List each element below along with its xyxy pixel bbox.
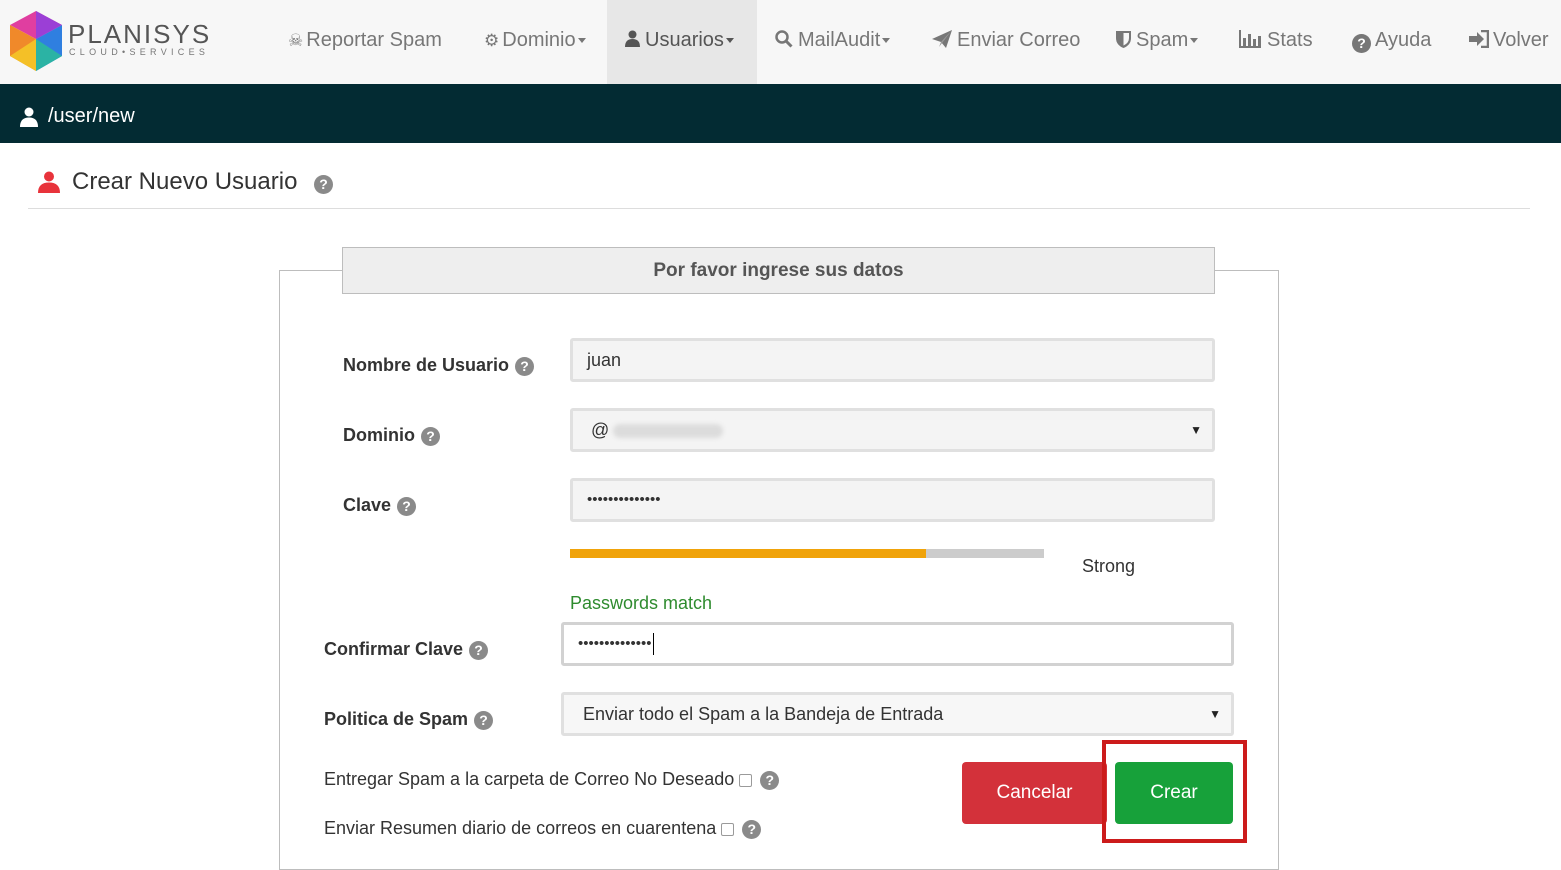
path-bar — [0, 84, 1561, 143]
nav-label: Volver — [1493, 29, 1549, 51]
password-match-text: Passwords match — [570, 593, 713, 613]
domain-label: Dominio? — [343, 425, 440, 446]
domain-prefix: @ — [591, 420, 610, 440]
password-value: •••••••••••••• — [587, 491, 661, 508]
create-button[interactable]: Crear — [1115, 762, 1233, 824]
spam-policy-value: Enviar todo el Spam a la Bandeja de Entr… — [583, 704, 944, 724]
page-title: Crear Nuevo Usuario — [72, 168, 298, 195]
help-icon[interactable]: ? — [474, 710, 494, 730]
user-icon — [38, 171, 60, 193]
username-label-text: Nombre de Usuario — [343, 355, 510, 375]
caret-down-icon — [577, 38, 586, 44]
help-icon[interactable]: ? — [314, 175, 333, 194]
cube-logo-icon — [10, 11, 62, 71]
confirm-password-value: •••••••••••••• — [578, 635, 652, 652]
nav-label: Stats — [1267, 29, 1313, 51]
username-label: Nombre de Usuario? — [343, 355, 535, 376]
nav-spam[interactable]: Spam — [1116, 0, 1199, 84]
planisys-logo[interactable]: PLANISYS CLOUD•SERVICES — [8, 9, 228, 73]
dropdown-arrow-icon: ▼ — [1209, 707, 1221, 721]
gear-icon: ⚙ — [484, 31, 500, 50]
password-label-text: Clave — [343, 495, 392, 515]
password-strength-text: Strong — [1082, 556, 1136, 576]
spam-policy-select[interactable]: Enviar todo el Spam a la Bandeja de Entr… — [561, 692, 1234, 736]
nav-stats[interactable]: Stats — [1239, 0, 1313, 84]
junk-folder-label: Entregar Spam a la carpeta de Correo No … — [324, 769, 735, 789]
divider — [28, 208, 1530, 209]
confirm-password-label: Confirmar Clave? — [324, 639, 489, 660]
nav-label: Ayuda — [1375, 29, 1432, 51]
nav-label: Dominio — [502, 29, 576, 51]
cancel-button[interactable]: Cancelar — [962, 762, 1107, 824]
help-icon[interactable]: ? — [469, 640, 489, 660]
help-icon[interactable]: ? — [397, 496, 417, 516]
daily-digest-label: Enviar Resumen diario de correos en cuar… — [324, 818, 717, 838]
password-label: Clave? — [343, 495, 417, 516]
nav-ayuda[interactable]: ? Ayuda — [1352, 0, 1431, 84]
nav-label: Enviar Correo — [957, 29, 1081, 51]
daily-digest-checkbox[interactable] — [721, 822, 735, 836]
nav-label: Spam — [1136, 29, 1189, 51]
nav-enviar-correo[interactable]: Enviar Correo — [932, 0, 1080, 84]
nav-volver[interactable]: Volver — [1469, 0, 1549, 84]
blurred-domain-value — [613, 424, 724, 439]
top-navbar: PLANISYS CLOUD•SERVICES ☠ Reportar Spam ⚙… — [0, 0, 1561, 84]
username-value: juan — [587, 350, 622, 370]
password-input[interactable]: •••••••••••••• — [570, 478, 1215, 522]
nav-label: Reportar Spam — [306, 29, 442, 51]
nav-usuarios[interactable]: Usuarios — [607, 0, 757, 84]
logo-name: PLANISYS — [68, 19, 212, 49]
caret-down-icon — [1190, 38, 1199, 44]
bar-chart-icon — [1239, 30, 1261, 48]
shield-icon — [1116, 31, 1131, 48]
user-icon — [625, 30, 640, 47]
domain-select[interactable]: @ ▼ — [570, 408, 1215, 452]
username-input[interactable]: juan — [570, 338, 1215, 382]
confirm-password-input[interactable]: •••••••••••••• — [561, 622, 1234, 666]
help-icon[interactable]: ? — [742, 819, 762, 839]
form-legend: Por favor ingrese sus datos — [342, 247, 1215, 294]
spam-policy-label-text: Politica de Spam — [324, 709, 469, 729]
nav-label: MailAudit — [798, 29, 881, 51]
text-cursor — [652, 633, 654, 656]
question-circle-icon: ? — [1352, 34, 1371, 53]
paper-plane-icon — [932, 30, 952, 48]
caret-down-icon — [882, 38, 891, 44]
current-path: /user/new — [48, 105, 135, 127]
confirm-password-label-text: Confirmar Clave — [324, 639, 464, 659]
spam-policy-label: Politica de Spam? — [324, 709, 494, 730]
password-strength-fill — [570, 549, 926, 558]
domain-label-text: Dominio — [343, 425, 415, 445]
help-icon[interactable]: ? — [421, 426, 440, 446]
junk-folder-option: Entregar Spam a la carpeta de Correo No … — [324, 769, 780, 790]
user-icon — [20, 107, 38, 127]
daily-digest-option: Enviar Resumen diario de correos en cuar… — [324, 818, 762, 839]
nav-mailaudit[interactable]: MailAudit — [775, 0, 891, 84]
junk-folder-checkbox[interactable] — [739, 773, 753, 787]
nav-reportar-spam[interactable]: ☠ Reportar Spam — [288, 0, 442, 84]
nav-label: Usuarios — [645, 29, 724, 51]
nav-dominio[interactable]: ⚙ Dominio — [484, 0, 586, 84]
help-icon[interactable]: ? — [760, 770, 780, 790]
dropdown-arrow-icon: ▼ — [1190, 423, 1202, 437]
sign-out-icon — [1469, 29, 1490, 49]
caret-down-icon — [725, 38, 734, 44]
help-icon[interactable]: ? — [515, 356, 535, 376]
logo-tagline: CLOUD•SERVICES — [69, 47, 210, 57]
password-strength-bar — [570, 549, 1044, 558]
search-icon — [775, 30, 793, 48]
skull-crossbones-icon: ☠ — [288, 31, 304, 50]
